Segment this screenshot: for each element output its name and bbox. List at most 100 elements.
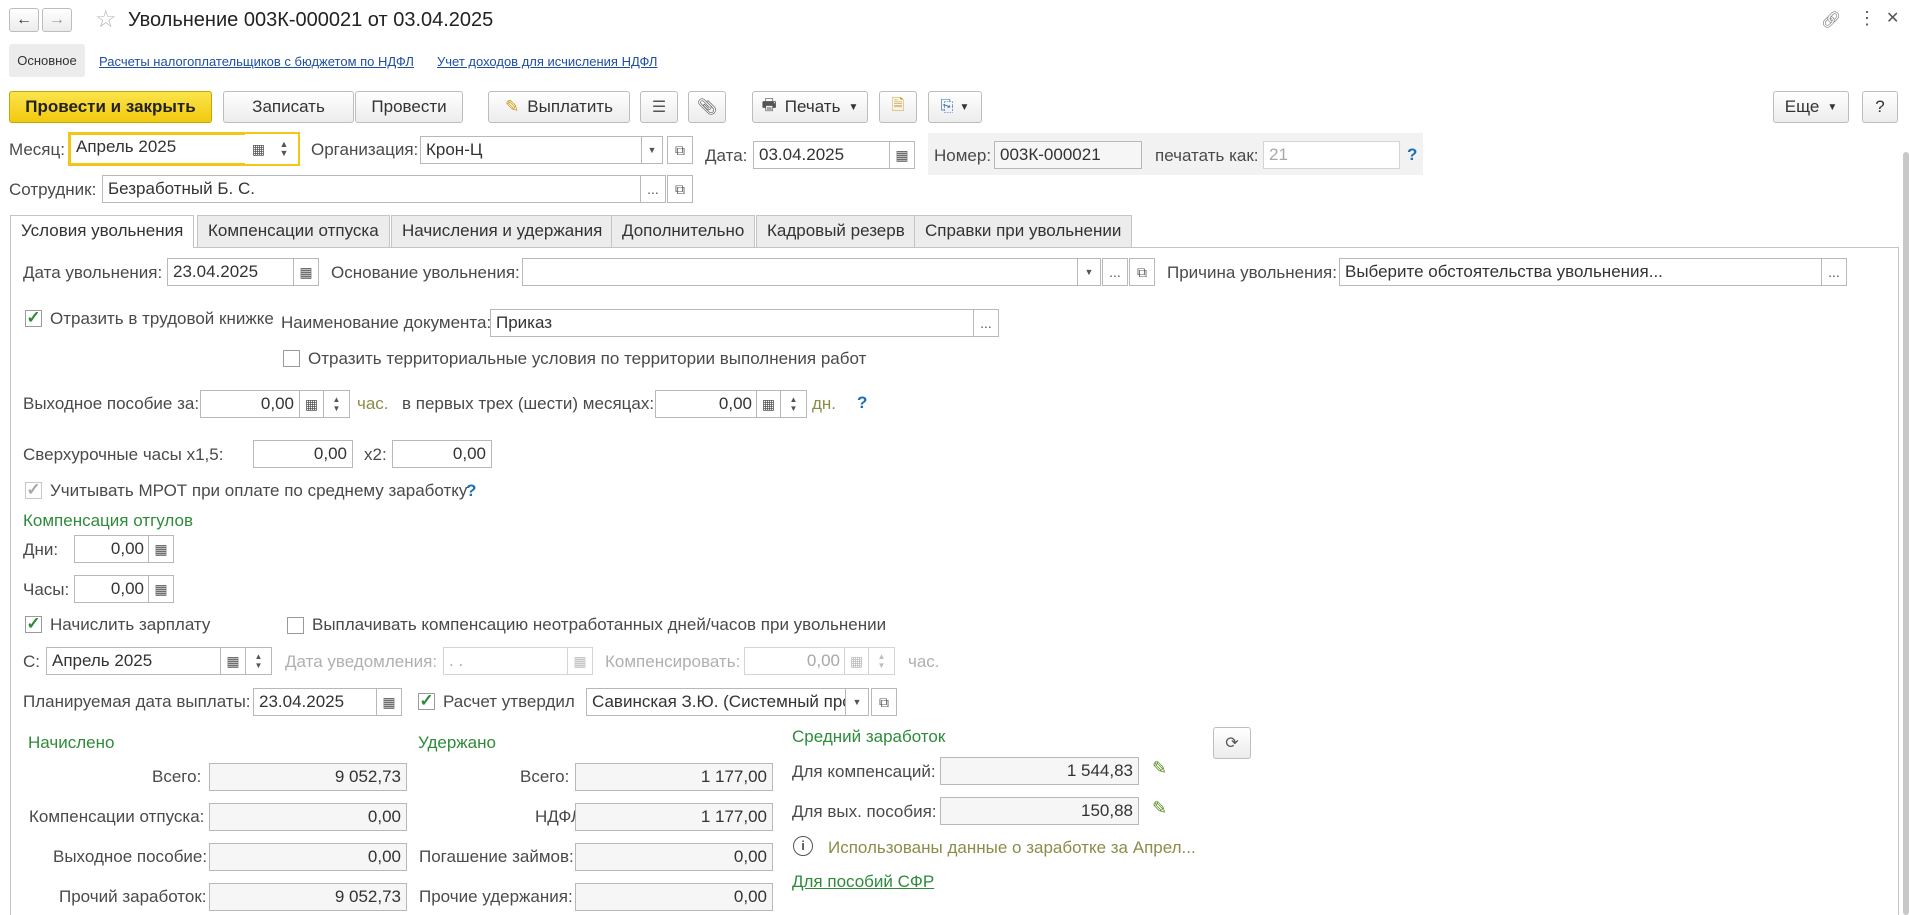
dismiss-date-field[interactable]: 23.04.2025 bbox=[167, 258, 295, 286]
approved-field[interactable]: Савинская З.Ю. (Системный про bbox=[586, 688, 846, 716]
first-months-stepper[interactable]: ▲ ▼ bbox=[780, 390, 807, 418]
compensate-calc-button[interactable]: ▦ bbox=[844, 647, 869, 675]
edit-comp-icon[interactable]: ✎ bbox=[1152, 758, 1167, 779]
basis-open-button[interactable]: ⧉ bbox=[1129, 258, 1155, 286]
step-up-icon[interactable]: ▲ bbox=[790, 395, 798, 404]
accrued-other-field[interactable]: 9 052,73 bbox=[209, 883, 407, 911]
first-months-field[interactable]: 0,00 bbox=[655, 390, 758, 418]
number-field[interactable]: 003К-000021 bbox=[994, 141, 1142, 169]
date-calendar-button[interactable]: ▦ bbox=[889, 141, 915, 169]
accrued-total-field[interactable]: 9 052,73 bbox=[209, 763, 407, 791]
reason-field[interactable]: Выберите обстоятельства увольнения... bbox=[1339, 258, 1822, 286]
severance-hours-field[interactable]: 0,00 bbox=[200, 390, 300, 418]
step-down-icon[interactable]: ▼ bbox=[878, 661, 886, 670]
comp-hours-field[interactable]: 0,00 bbox=[74, 575, 150, 603]
approved-checkbox[interactable]: ✓ bbox=[418, 692, 435, 710]
overtime-x2-field[interactable]: 0,00 bbox=[392, 440, 492, 468]
create-based-on-button[interactable]: ⎘ ▼ bbox=[928, 91, 982, 123]
close-icon[interactable]: ✕ bbox=[1886, 8, 1899, 28]
document-report-button[interactable]: 🗎 bbox=[879, 91, 917, 123]
org-dropdown-button[interactable]: ▼ bbox=[641, 136, 663, 164]
post-and-close-button[interactable]: Провести и закрыть bbox=[9, 91, 212, 123]
comp-hours-calc-button[interactable]: ▦ bbox=[148, 575, 174, 603]
withheld-ndfl-field[interactable]: 1 177,00 bbox=[575, 803, 773, 831]
accrued-severance-field[interactable]: 0,00 bbox=[209, 843, 407, 871]
form-link-income-accounting[interactable]: Учет доходов для исчисления НДФЛ bbox=[437, 54, 657, 69]
from-field[interactable]: Апрель 2025 bbox=[46, 647, 222, 675]
sfr-link[interactable]: Для пособий СФР bbox=[792, 872, 934, 892]
dismiss-date-calendar-button[interactable]: ▦ bbox=[293, 258, 319, 286]
territorial-checkbox[interactable] bbox=[283, 350, 300, 367]
step-down-icon[interactable]: ▼ bbox=[255, 661, 263, 670]
from-stepper[interactable]: ▲ ▼ bbox=[245, 647, 272, 675]
workbook-checkbox[interactable]: ✓ bbox=[25, 309, 42, 327]
vertical-scrollbar[interactable] bbox=[1903, 152, 1909, 915]
refresh-button[interactable]: ⟳ bbox=[1213, 727, 1251, 759]
step-up-icon[interactable]: ▲ bbox=[255, 652, 263, 661]
org-field[interactable]: Крон-Ц bbox=[420, 136, 642, 164]
form-link-main[interactable]: Основное bbox=[9, 44, 85, 77]
employee-field[interactable]: Безработный Б. С. bbox=[102, 175, 641, 203]
form-link-ndfl-calc[interactable]: Расчеты налогоплательщиков с бюджетом по… bbox=[99, 54, 414, 69]
pay-button[interactable]: ✎ Выплатить bbox=[488, 91, 630, 123]
step-up-icon[interactable]: ▲ bbox=[878, 652, 886, 661]
more-button[interactable]: Еще ▼ bbox=[1773, 91, 1849, 123]
back-button[interactable]: ← bbox=[9, 8, 39, 32]
mrot-help-icon[interactable]: ? bbox=[466, 481, 476, 501]
employee-open-button[interactable]: ⧉ bbox=[667, 175, 693, 203]
severance-help-icon[interactable]: ? bbox=[857, 393, 867, 413]
mrot-checkbox[interactable]: ✓ bbox=[25, 481, 42, 499]
tab-personnel-reserve[interactable]: Кадровый резерв bbox=[756, 215, 916, 247]
forward-button[interactable]: → bbox=[42, 8, 72, 32]
accrue-salary-checkbox[interactable]: ✓ bbox=[25, 615, 42, 633]
step-up-icon[interactable]: ▲ bbox=[333, 395, 341, 404]
tab-additional[interactable]: Дополнительно bbox=[611, 215, 756, 247]
doc-name-select-button[interactable]: ... bbox=[973, 309, 999, 337]
post-button[interactable]: Провести bbox=[355, 91, 463, 123]
tab-accruals-deductions[interactable]: Начисления и удержания bbox=[391, 215, 614, 247]
average-severance-field[interactable]: 150,88 bbox=[940, 797, 1139, 825]
comp-days-calc-button[interactable]: ▦ bbox=[148, 535, 174, 563]
link-icon[interactable]: 🔗︎ bbox=[1821, 10, 1841, 30]
withheld-total-field[interactable]: 1 177,00 bbox=[575, 763, 773, 791]
menu-dots-icon[interactable]: ⋮ bbox=[1858, 8, 1876, 29]
notice-date-calendar-button[interactable]: ▦ bbox=[567, 647, 593, 675]
doc-name-field[interactable]: Приказ bbox=[490, 309, 975, 337]
reason-select-button[interactable]: ... bbox=[1821, 258, 1847, 286]
severance-stepper[interactable]: ▲ ▼ bbox=[323, 390, 350, 418]
approved-open-button[interactable]: ⧉ bbox=[871, 688, 897, 716]
employee-select-button[interactable]: ... bbox=[640, 175, 666, 203]
print-button[interactable]: 🖶 Печать ▼ bbox=[752, 91, 868, 123]
plan-date-field[interactable]: 23.04.2025 bbox=[253, 688, 378, 716]
star-icon[interactable]: ☆ bbox=[95, 5, 117, 34]
basis-dropdown-button[interactable]: ▼ bbox=[1077, 258, 1101, 286]
notice-date-field[interactable]: . . bbox=[443, 647, 568, 675]
plan-date-calendar-button[interactable]: ▦ bbox=[376, 688, 402, 716]
edit-severance-icon[interactable]: ✎ bbox=[1152, 798, 1167, 819]
step-down-icon[interactable]: ▼ bbox=[790, 404, 798, 413]
withheld-loans-field[interactable]: 0,00 bbox=[575, 843, 773, 871]
basis-select-button[interactable]: ... bbox=[1102, 258, 1128, 286]
tab-dismissal-certificates[interactable]: Справки при увольнении bbox=[914, 215, 1133, 247]
average-comp-field[interactable]: 1 544,83 bbox=[940, 757, 1139, 785]
accrued-vacation-field[interactable]: 0,00 bbox=[209, 803, 407, 831]
from-calendar-button[interactable]: ▦ bbox=[220, 647, 246, 675]
severance-calc-button[interactable]: ▦ bbox=[299, 390, 324, 418]
print-as-field[interactable]: 21 bbox=[1263, 141, 1400, 169]
compensate-field[interactable]: 0,00 bbox=[744, 647, 846, 675]
org-open-button[interactable]: ⧉ bbox=[667, 136, 693, 164]
help-button[interactable]: ? bbox=[1862, 91, 1898, 123]
comp-days-field[interactable]: 0,00 bbox=[74, 535, 150, 563]
list-button[interactable]: ☰ bbox=[640, 91, 678, 123]
approved-dropdown-button[interactable]: ▼ bbox=[845, 688, 869, 716]
save-button[interactable]: Записать bbox=[223, 91, 354, 123]
basis-field[interactable] bbox=[522, 258, 1078, 286]
tab-dismissal-conditions[interactable]: Условия увольнения bbox=[10, 215, 195, 248]
first-months-calc-button[interactable]: ▦ bbox=[756, 390, 781, 418]
print-as-help-icon[interactable]: ? bbox=[1407, 145, 1417, 165]
step-down-icon[interactable]: ▼ bbox=[333, 404, 341, 413]
compensate-stepper[interactable]: ▲ ▼ bbox=[868, 647, 895, 675]
overtime-x15-field[interactable]: 0,00 bbox=[253, 440, 353, 468]
date-field[interactable]: 03.04.2025 bbox=[753, 141, 893, 169]
pay-unworked-checkbox[interactable] bbox=[287, 617, 304, 634]
